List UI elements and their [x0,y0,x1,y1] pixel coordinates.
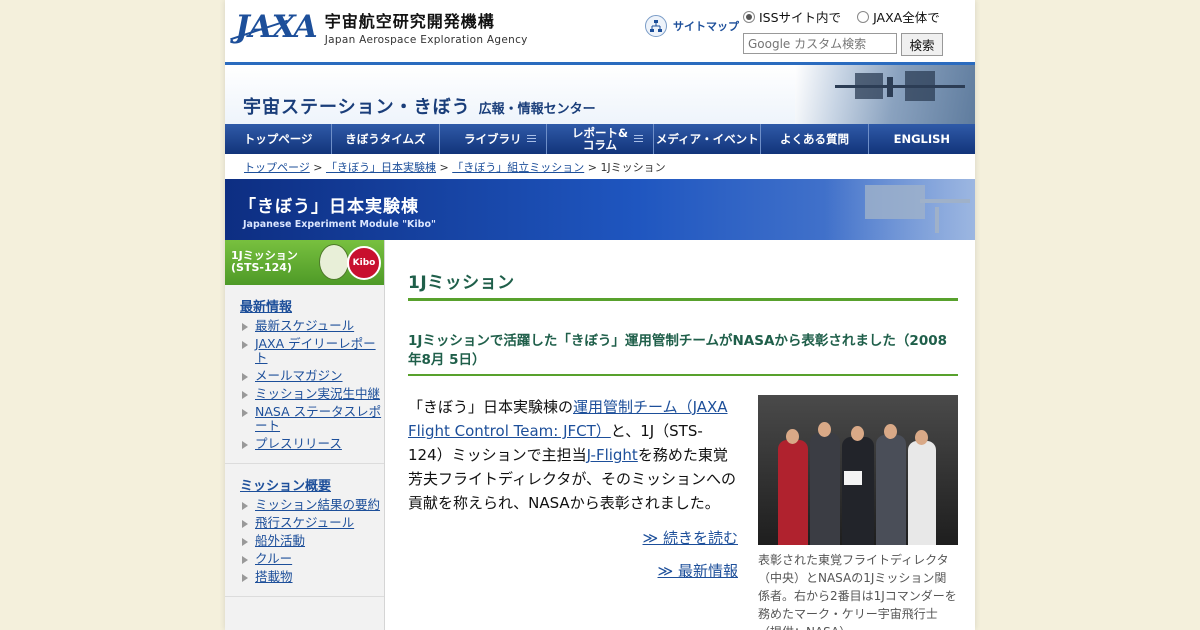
section-band: 「きぼう」日本実験棟 Japanese Experiment Module "K… [225,179,975,240]
arrow-icon [242,502,248,510]
arrow-icon [242,574,248,582]
jaxa-logo-mark: JAXA [235,9,318,45]
kibo-module-image [825,179,975,240]
arrow-icon [242,341,248,349]
nav-faq[interactable]: よくある質問 [761,124,869,154]
search-scope-iss[interactable]: ISSサイト内で [743,7,841,26]
sidebar-heading-news[interactable]: 最新情報 [240,296,384,315]
org-name-en: Japan Aerospace Exploration Agency [324,34,528,46]
menu-icon [634,135,644,142]
nav-report-column[interactable]: レポート&コラム [546,124,655,154]
arrow-icon [242,391,248,399]
arrow-icon [242,520,248,528]
sidebar-section-news: 最新情報 最新スケジュール JAXA デイリーレポート メールマガジン ミッショ… [225,285,384,464]
read-more-link[interactable]: ≫ 続きを読む [408,527,738,548]
main-content: 1Jミッション 1Jミッションで活躍した「きぼう」運用管制チームがNASAから表… [408,240,958,630]
sitemap-label: サイトマップ [673,20,739,33]
breadcrumb-assembly[interactable]: 「きぼう」組立ミッション [452,161,584,174]
nav-kibo-times[interactable]: きぼうタイムズ [332,124,440,154]
search-button[interactable]: 検索 [901,33,943,56]
list-item: ミッション実況生中継 [240,387,384,401]
arrow-icon [242,409,248,417]
breadcrumb: トップページ > 「きぼう」日本実験棟 > 「きぼう」組立ミッション > 1Jミ… [244,161,666,174]
sitemap-link[interactable]: サイトマップ [645,15,739,37]
sidebar-section-overview: ミッション概要 ミッション結果の要約 飛行スケジュール 船外活動 クルー 搭載物 [225,464,384,597]
arrow-icon [242,373,248,381]
nav-library[interactable]: ライブラリ [439,124,547,154]
nav-top[interactable]: トップページ [225,124,333,154]
iss-banner-image [795,65,975,124]
sidebar-heading-overview[interactable]: ミッション概要 [240,475,384,494]
list-item: 飛行スケジュール [240,516,384,530]
list-item: JAXA デイリーレポート [240,337,384,365]
site-header: JAXA 宇宙航空研究開発機構 Japan Aerospace Explorat… [225,0,975,62]
breadcrumb-current: 1Jミッション [600,161,666,174]
mission-banner[interactable]: 1Jミッション (STS-124) Kibo [225,240,384,285]
menu-icon [526,135,536,142]
section-title-jp: 「きぼう」日本実験棟 [239,197,419,217]
arrow-icon [242,538,248,546]
search-input[interactable] [743,33,897,54]
search-scope-jaxa[interactable]: JAXA全体で [857,7,940,26]
award-photo[interactable] [758,395,958,545]
mission-patch-icon [319,244,349,280]
list-item: ミッション結果の要約 [240,498,384,512]
list-item: 搭載物 [240,570,384,584]
article: 「きぼう」日本実験棟の運用管制チーム（JAXA Flight Control T… [408,395,958,630]
nav-media-event[interactable]: メディア・イベント [654,124,762,154]
breadcrumb-kibo[interactable]: 「きぼう」日本実験棟 [326,161,436,174]
kibo-badge-icon: Kibo [347,246,381,280]
list-item: メールマガジン [240,369,384,383]
section-title-en: Japanese Experiment Module "Kibo" [243,219,436,230]
nav-english[interactable]: ENGLISH [868,124,975,154]
list-item: プレスリリース [240,437,384,451]
arrow-icon [242,441,248,449]
article-title: 1Jミッションで活躍した「きぼう」運用管制チームがNASAから表彰されました（2… [408,332,958,376]
list-item: NASA ステータスレポート [240,405,384,433]
page-title: 1Jミッション [408,268,958,301]
list-item: 船外活動 [240,534,384,548]
radio-iss[interactable] [743,11,755,23]
article-body: 「きぼう」日本実験棟の運用管制チーム（JAXA Flight Control T… [408,398,737,512]
arrow-icon [242,323,248,331]
sitemap-icon [645,15,667,37]
breadcrumb-top[interactable]: トップページ [244,161,310,174]
site-search: ISSサイト内で JAXA全体で 検索 [743,7,943,56]
banner-subtitle: 広報・情報センター [478,102,596,117]
article-figure: 表彰された東覚フライトディレクタ（中央）とNASAの1Jミッション関係者。右から… [758,395,958,630]
article-links: ≫ 続きを読む ≫ 最新情報 [408,527,738,581]
banner-title[interactable]: 宇宙ステーション・きぼう 広報・情報センター [243,93,596,119]
sidebar: 1Jミッション (STS-124) Kibo 最新情報 最新スケジュール JAX… [225,240,385,630]
latest-news-link[interactable]: ≫ 最新情報 [408,560,738,581]
site-banner: 宇宙ステーション・きぼう 広報・情報センター [225,62,975,124]
jaxa-logo[interactable]: JAXA 宇宙航空研究開発機構 Japan Aerospace Explorat… [235,8,528,46]
list-item: クルー [240,552,384,566]
global-nav: トップページ きぼうタイムズ ライブラリ レポート&コラム メディア・イベント … [225,124,975,154]
page: JAXA 宇宙航空研究開発機構 Japan Aerospace Explorat… [225,0,975,630]
list-item: 最新スケジュール [240,319,384,333]
arrow-icon [242,556,248,564]
org-name-jp: 宇宙航空研究開発機構 [324,12,495,31]
link-j-flight[interactable]: J-Flight [587,446,638,464]
photo-caption: 表彰された東覚フライトディレクタ（中央）とNASAの1Jミッション関係者。右から… [758,553,957,630]
radio-jaxa[interactable] [857,11,870,23]
